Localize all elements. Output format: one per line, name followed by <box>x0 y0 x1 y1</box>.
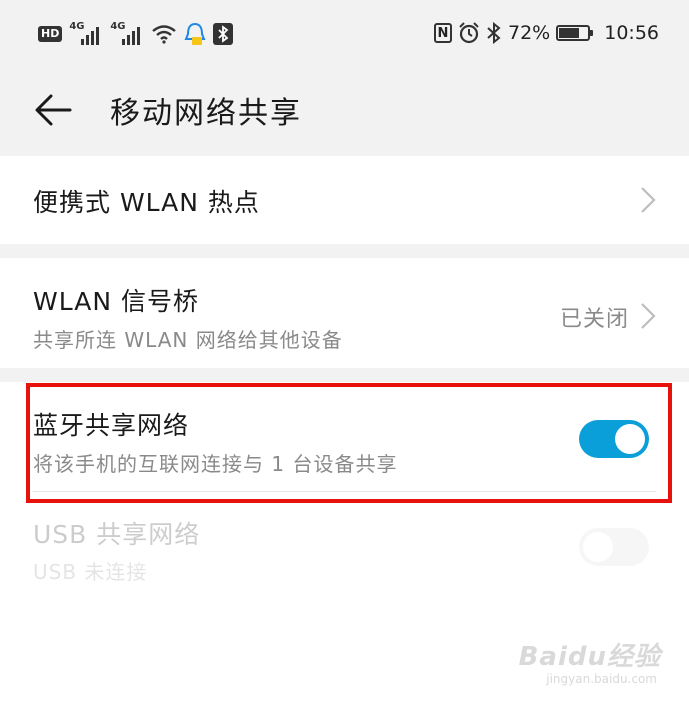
wifi-icon <box>151 24 177 44</box>
app-header: 移动网络共享 <box>0 70 689 154</box>
bluetooth-icon <box>486 22 502 44</box>
notification-icon <box>184 22 206 46</box>
chevron-right-icon <box>641 303 656 329</box>
chevron-right-icon <box>641 187 656 213</box>
back-arrow-icon <box>35 94 72 126</box>
clock: 10:56 <box>604 22 659 44</box>
battery-percent: 72% <box>508 22 551 44</box>
wlan-bridge-label: WLAN 信号桥 <box>33 287 199 316</box>
baidu-watermark: Baidu经验 jingyan.baidu.com <box>518 636 661 686</box>
usb-tethering-label: USB 共享网络 <box>33 520 201 549</box>
hd-badge: HD <box>38 26 63 42</box>
bluetooth-share-icon <box>213 23 234 45</box>
nfc-icon: N <box>434 23 452 43</box>
back-button[interactable] <box>34 90 74 130</box>
signal-icon-sim1: 4G <box>69 21 103 45</box>
toggle-knob <box>583 532 613 562</box>
list-item-wlan-bridge[interactable]: WLAN 信号桥 共享所连 WLAN 网络给其他设备 已关闭 <box>0 258 689 368</box>
wlan-bridge-status: 已关闭 <box>559 307 629 332</box>
battery-icon <box>556 25 594 41</box>
alarm-icon <box>458 22 480 44</box>
status-bar: HD 4G 4G N 72% 10:56 <box>0 0 689 70</box>
list-item-wlan-hotspot[interactable]: 便携式 WLAN 热点 <box>0 156 689 244</box>
wlan-bridge-description: 共享所连 WLAN 网络给其他设备 <box>33 328 343 352</box>
usb-tethering-toggle[interactable] <box>579 528 649 566</box>
usb-tethering-description: USB 未连接 <box>33 560 148 584</box>
annotation-highlight-box <box>26 383 672 503</box>
signal-icon-sim2: 4G <box>110 21 144 45</box>
watermark-logo: Baidu经验 <box>518 642 661 672</box>
watermark-url: jingyan.baidu.com <box>546 672 657 686</box>
page-title: 移动网络共享 <box>110 96 302 131</box>
wlan-hotspot-label: 便携式 WLAN 热点 <box>33 188 260 217</box>
